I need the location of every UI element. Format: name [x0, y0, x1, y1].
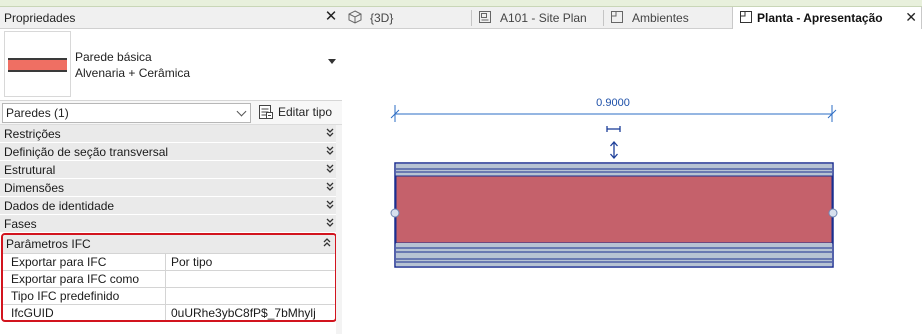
double-chevron-down-icon[interactable] — [326, 180, 334, 194]
ifc-parameters-group: Parâmetros IFC Exportar para IFC Por tip… — [1, 233, 337, 322]
section-label: Dados de identidade — [4, 199, 115, 213]
ribbon-strip — [0, 0, 922, 7]
param-name: Exportar para IFC como — [3, 271, 166, 288]
double-chevron-down-icon[interactable] — [326, 144, 334, 158]
plan-view: 0.9000 — [390, 97, 838, 268]
flip-arrows-icon[interactable] — [610, 141, 618, 159]
floor-plan-icon — [611, 11, 623, 23]
type-selector[interactable]: Parede básica Alvenaria + Cerâmica — [0, 29, 342, 101]
tab-label: Planta - Apresentação — [757, 11, 883, 25]
close-icon[interactable]: ✕ — [905, 9, 917, 25]
selected-wall[interactable] — [394, 162, 834, 268]
category-filter-value: Paredes (1) — [6, 106, 69, 120]
param-name: IfcGUID — [3, 305, 166, 320]
section-restricoes[interactable]: Restrições — [0, 125, 340, 143]
type-name: Parede básica — [75, 50, 152, 64]
param-row-ifcguid: IfcGUID 0uURhe3ybC8fP$_7bMhylj — [3, 304, 335, 320]
edit-type-icon — [259, 105, 273, 119]
section-estrutural[interactable]: Estrutural — [0, 161, 340, 179]
section-dimensoes[interactable]: Dimensões — [0, 179, 340, 197]
tab-planta-apresentacao[interactable]: Planta - Apresentação ✕ — [732, 7, 922, 29]
tab-ambientes[interactable]: Ambientes — [604, 7, 732, 29]
section-fases[interactable]: Fases — [0, 215, 340, 233]
properties-header: Propriedades ✕ — [0, 7, 342, 29]
properties-title: Propriedades — [4, 11, 76, 25]
param-row-exportar-ifc-como: Exportar para IFC como — [3, 270, 335, 288]
wall-type-preview — [4, 31, 71, 97]
double-chevron-down-icon[interactable] — [326, 198, 334, 212]
section-label: Dimensões — [4, 181, 65, 195]
wall-end-grip-right[interactable] — [828, 208, 838, 218]
tab-label: A101 - Site Plan — [500, 11, 587, 25]
drawing-canvas[interactable]: 0.9000 — [342, 30, 922, 334]
properties-palette: Propriedades ✕ Parede básica Alvenaria +… — [0, 7, 342, 334]
section-dados-identidade[interactable]: Dados de identidade — [0, 197, 340, 215]
wall-swatch — [8, 58, 67, 72]
tab-a101-site-plan[interactable]: A101 - Site Plan — [472, 7, 604, 29]
section-parametros-ifc[interactable]: Parâmetros IFC — [3, 235, 335, 253]
edit-type-label: Editar tipo — [278, 105, 333, 119]
dimension-handle-icon[interactable] — [606, 126, 621, 132]
section-label: Estrutural — [4, 163, 56, 177]
wall-end-grip-left[interactable] — [390, 208, 400, 218]
param-row-exportar-ifc: Exportar para IFC Por tipo — [3, 253, 335, 271]
dimension-value[interactable]: 0.9000 — [596, 97, 630, 109]
section-label: Restrições — [4, 127, 61, 141]
double-chevron-down-icon[interactable] — [326, 216, 334, 230]
tab-label: {3D} — [370, 11, 394, 25]
3d-view-icon — [348, 10, 362, 24]
category-filter-select[interactable]: Paredes (1) — [2, 103, 251, 123]
double-chevron-down-icon[interactable] — [326, 162, 334, 176]
param-value-field[interactable] — [167, 271, 335, 288]
dimension-line[interactable]: 0.9000 — [390, 97, 837, 122]
double-chevron-up-icon[interactable] — [323, 236, 331, 250]
section-secao-transversal[interactable]: Definição de seção transversal — [0, 143, 340, 161]
param-name: Tipo IFC predefinido — [3, 288, 166, 305]
param-row-tipo-ifc: Tipo IFC predefinido — [3, 287, 335, 305]
dropdown-arrow-icon[interactable] — [328, 59, 336, 64]
section-label: Parâmetros IFC — [6, 237, 91, 251]
type-subtype: Alvenaria + Cerâmica — [75, 66, 191, 80]
param-value-field[interactable]: Por tipo — [167, 254, 335, 271]
param-name: Exportar para IFC — [3, 254, 166, 271]
edit-type-button[interactable]: Editar tipo — [256, 103, 338, 123]
sheet-icon — [479, 11, 491, 23]
section-label: Fases — [4, 217, 37, 231]
filter-row: Paredes (1) Editar tipo — [0, 101, 342, 125]
tab-label: Ambientes — [632, 11, 689, 25]
property-sections: Restrições Definição de seção transversa… — [0, 125, 342, 233]
tab-3d[interactable]: {3D} — [342, 7, 472, 29]
view-tabs: {3D} A101 - Site Plan Ambientes Planta -… — [342, 7, 922, 29]
double-chevron-down-icon[interactable] — [326, 126, 334, 140]
chevron-down-icon — [236, 106, 247, 117]
param-value-field[interactable]: 0uURhe3ybC8fP$_7bMhylj — [167, 305, 335, 320]
close-icon[interactable]: ✕ — [324, 9, 338, 25]
floor-plan-icon — [740, 11, 752, 23]
param-value-field[interactable] — [167, 288, 335, 305]
section-label: Definição de seção transversal — [4, 145, 169, 159]
